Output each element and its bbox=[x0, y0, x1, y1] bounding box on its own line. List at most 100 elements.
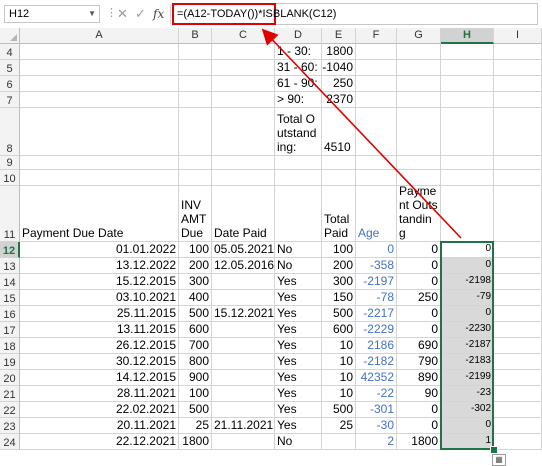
cell-i12[interactable] bbox=[494, 242, 542, 258]
cell-f10[interactable] bbox=[356, 170, 397, 186]
cell-a15[interactable]: 03.10.2021 bbox=[20, 290, 179, 306]
cell-c7[interactable] bbox=[212, 92, 275, 108]
cell-b11[interactable]: INV AMT Due bbox=[179, 186, 212, 242]
column-header-c[interactable]: C bbox=[212, 28, 275, 44]
cell-e11[interactable]: Total Paid bbox=[322, 186, 356, 242]
cell-d4[interactable]: 1 - 30: bbox=[275, 44, 322, 60]
cell-e23[interactable]: 25 bbox=[322, 418, 356, 434]
cell-f12[interactable]: 0 bbox=[356, 242, 397, 258]
cell-f23[interactable]: -30 bbox=[356, 418, 397, 434]
cell-h18[interactable]: -2187 bbox=[441, 338, 494, 354]
cell-a21[interactable]: 28.11.2021 bbox=[20, 386, 179, 402]
cell-c6[interactable] bbox=[212, 76, 275, 92]
cell-e20[interactable]: 10 bbox=[322, 370, 356, 386]
cell-h16[interactable]: 0 bbox=[441, 306, 494, 322]
cell-a24[interactable]: 22.12.2021 bbox=[20, 434, 179, 450]
cell-c18[interactable] bbox=[212, 338, 275, 354]
row-header-8[interactable]: 8 bbox=[0, 108, 20, 156]
cell-h24[interactable]: 1 bbox=[441, 434, 494, 450]
cell-h12[interactable]: 0 bbox=[441, 242, 494, 258]
cell-g20[interactable]: 890 bbox=[397, 370, 441, 386]
cell-h20[interactable]: -2199 bbox=[441, 370, 494, 386]
row-header-22[interactable]: 22 bbox=[0, 402, 20, 418]
cell-e10[interactable] bbox=[322, 170, 356, 186]
cell-a16[interactable]: 25.11.2015 bbox=[20, 306, 179, 322]
cell-a23[interactable]: 20.11.2021 bbox=[20, 418, 179, 434]
cell-f21[interactable]: -22 bbox=[356, 386, 397, 402]
column-header-b[interactable]: B bbox=[179, 28, 212, 44]
cell-b23[interactable]: 25 bbox=[179, 418, 212, 434]
row-header-6[interactable]: 6 bbox=[0, 76, 20, 92]
cell-b20[interactable]: 900 bbox=[179, 370, 212, 386]
row-header-19[interactable]: 19 bbox=[0, 354, 20, 370]
cell-f18[interactable]: 2186 bbox=[356, 338, 397, 354]
cell-h8[interactable] bbox=[441, 108, 494, 156]
cell-i19[interactable] bbox=[494, 354, 542, 370]
cell-b5[interactable] bbox=[179, 60, 212, 76]
cell-a13[interactable]: 13.12.2022 bbox=[20, 258, 179, 274]
cell-b14[interactable]: 300 bbox=[179, 274, 212, 290]
row-header-24[interactable]: 24 bbox=[0, 434, 20, 450]
cell-f5[interactable] bbox=[356, 60, 397, 76]
fill-handle[interactable] bbox=[490, 446, 498, 454]
cell-h13[interactable]: 0 bbox=[441, 258, 494, 274]
cell-a10[interactable] bbox=[20, 170, 179, 186]
cell-b7[interactable] bbox=[179, 92, 212, 108]
enter-icon[interactable]: ✓ bbox=[135, 5, 146, 23]
cell-b8[interactable] bbox=[179, 108, 212, 156]
name-box[interactable]: H12 ▼ bbox=[4, 5, 100, 23]
cell-c19[interactable] bbox=[212, 354, 275, 370]
cell-g24[interactable]: 1800 bbox=[397, 434, 441, 450]
cell-b13[interactable]: 200 bbox=[179, 258, 212, 274]
cell-b9[interactable] bbox=[179, 156, 212, 170]
cell-e17[interactable]: 600 bbox=[322, 322, 356, 338]
cell-d14[interactable]: Yes bbox=[275, 274, 322, 290]
cell-d17[interactable]: Yes bbox=[275, 322, 322, 338]
cell-h7[interactable] bbox=[441, 92, 494, 108]
cell-d5[interactable]: 31 - 60: bbox=[275, 60, 322, 76]
cell-a6[interactable] bbox=[20, 76, 179, 92]
cell-g14[interactable]: 0 bbox=[397, 274, 441, 290]
cell-h11[interactable] bbox=[441, 186, 494, 242]
cell-b19[interactable]: 800 bbox=[179, 354, 212, 370]
row-header-16[interactable]: 16 bbox=[0, 306, 20, 322]
cell-b4[interactable] bbox=[179, 44, 212, 60]
cell-f15[interactable]: -78 bbox=[356, 290, 397, 306]
cell-b10[interactable] bbox=[179, 170, 212, 186]
column-header-g[interactable]: G bbox=[397, 28, 441, 44]
cell-c20[interactable] bbox=[212, 370, 275, 386]
cell-c16[interactable]: 15.12.2021 bbox=[212, 306, 275, 322]
cell-a7[interactable] bbox=[20, 92, 179, 108]
cell-b18[interactable]: 700 bbox=[179, 338, 212, 354]
cell-d13[interactable]: No bbox=[275, 258, 322, 274]
cell-i7[interactable] bbox=[494, 92, 542, 108]
cell-c10[interactable] bbox=[212, 170, 275, 186]
cell-d22[interactable]: Yes bbox=[275, 402, 322, 418]
cell-g6[interactable] bbox=[397, 76, 441, 92]
cell-g21[interactable]: 90 bbox=[397, 386, 441, 402]
cell-i9[interactable] bbox=[494, 156, 542, 170]
cell-e14[interactable]: 300 bbox=[322, 274, 356, 290]
cell-a19[interactable]: 30.12.2015 bbox=[20, 354, 179, 370]
cell-a9[interactable] bbox=[20, 156, 179, 170]
cell-f11[interactable]: Age bbox=[356, 186, 397, 242]
cell-h23[interactable]: 0 bbox=[441, 418, 494, 434]
cell-c5[interactable] bbox=[212, 60, 275, 76]
cell-g22[interactable]: 0 bbox=[397, 402, 441, 418]
cell-d16[interactable]: Yes bbox=[275, 306, 322, 322]
cell-f4[interactable] bbox=[356, 44, 397, 60]
cell-c12[interactable]: 05.05.2021 bbox=[212, 242, 275, 258]
cell-i11[interactable] bbox=[494, 186, 542, 242]
cancel-icon[interactable]: ✕ bbox=[117, 5, 128, 23]
cell-d24[interactable]: No bbox=[275, 434, 322, 450]
column-header-i[interactable]: I bbox=[494, 28, 542, 44]
column-header-f[interactable]: F bbox=[356, 28, 397, 44]
cell-i15[interactable] bbox=[494, 290, 542, 306]
cell-e6[interactable]: 250 bbox=[322, 76, 356, 92]
insert-function-icon[interactable]: fx bbox=[153, 5, 164, 23]
cell-f14[interactable]: -2197 bbox=[356, 274, 397, 290]
cell-f13[interactable]: -358 bbox=[356, 258, 397, 274]
cell-e24[interactable] bbox=[322, 434, 356, 450]
cell-c21[interactable] bbox=[212, 386, 275, 402]
cell-f7[interactable] bbox=[356, 92, 397, 108]
